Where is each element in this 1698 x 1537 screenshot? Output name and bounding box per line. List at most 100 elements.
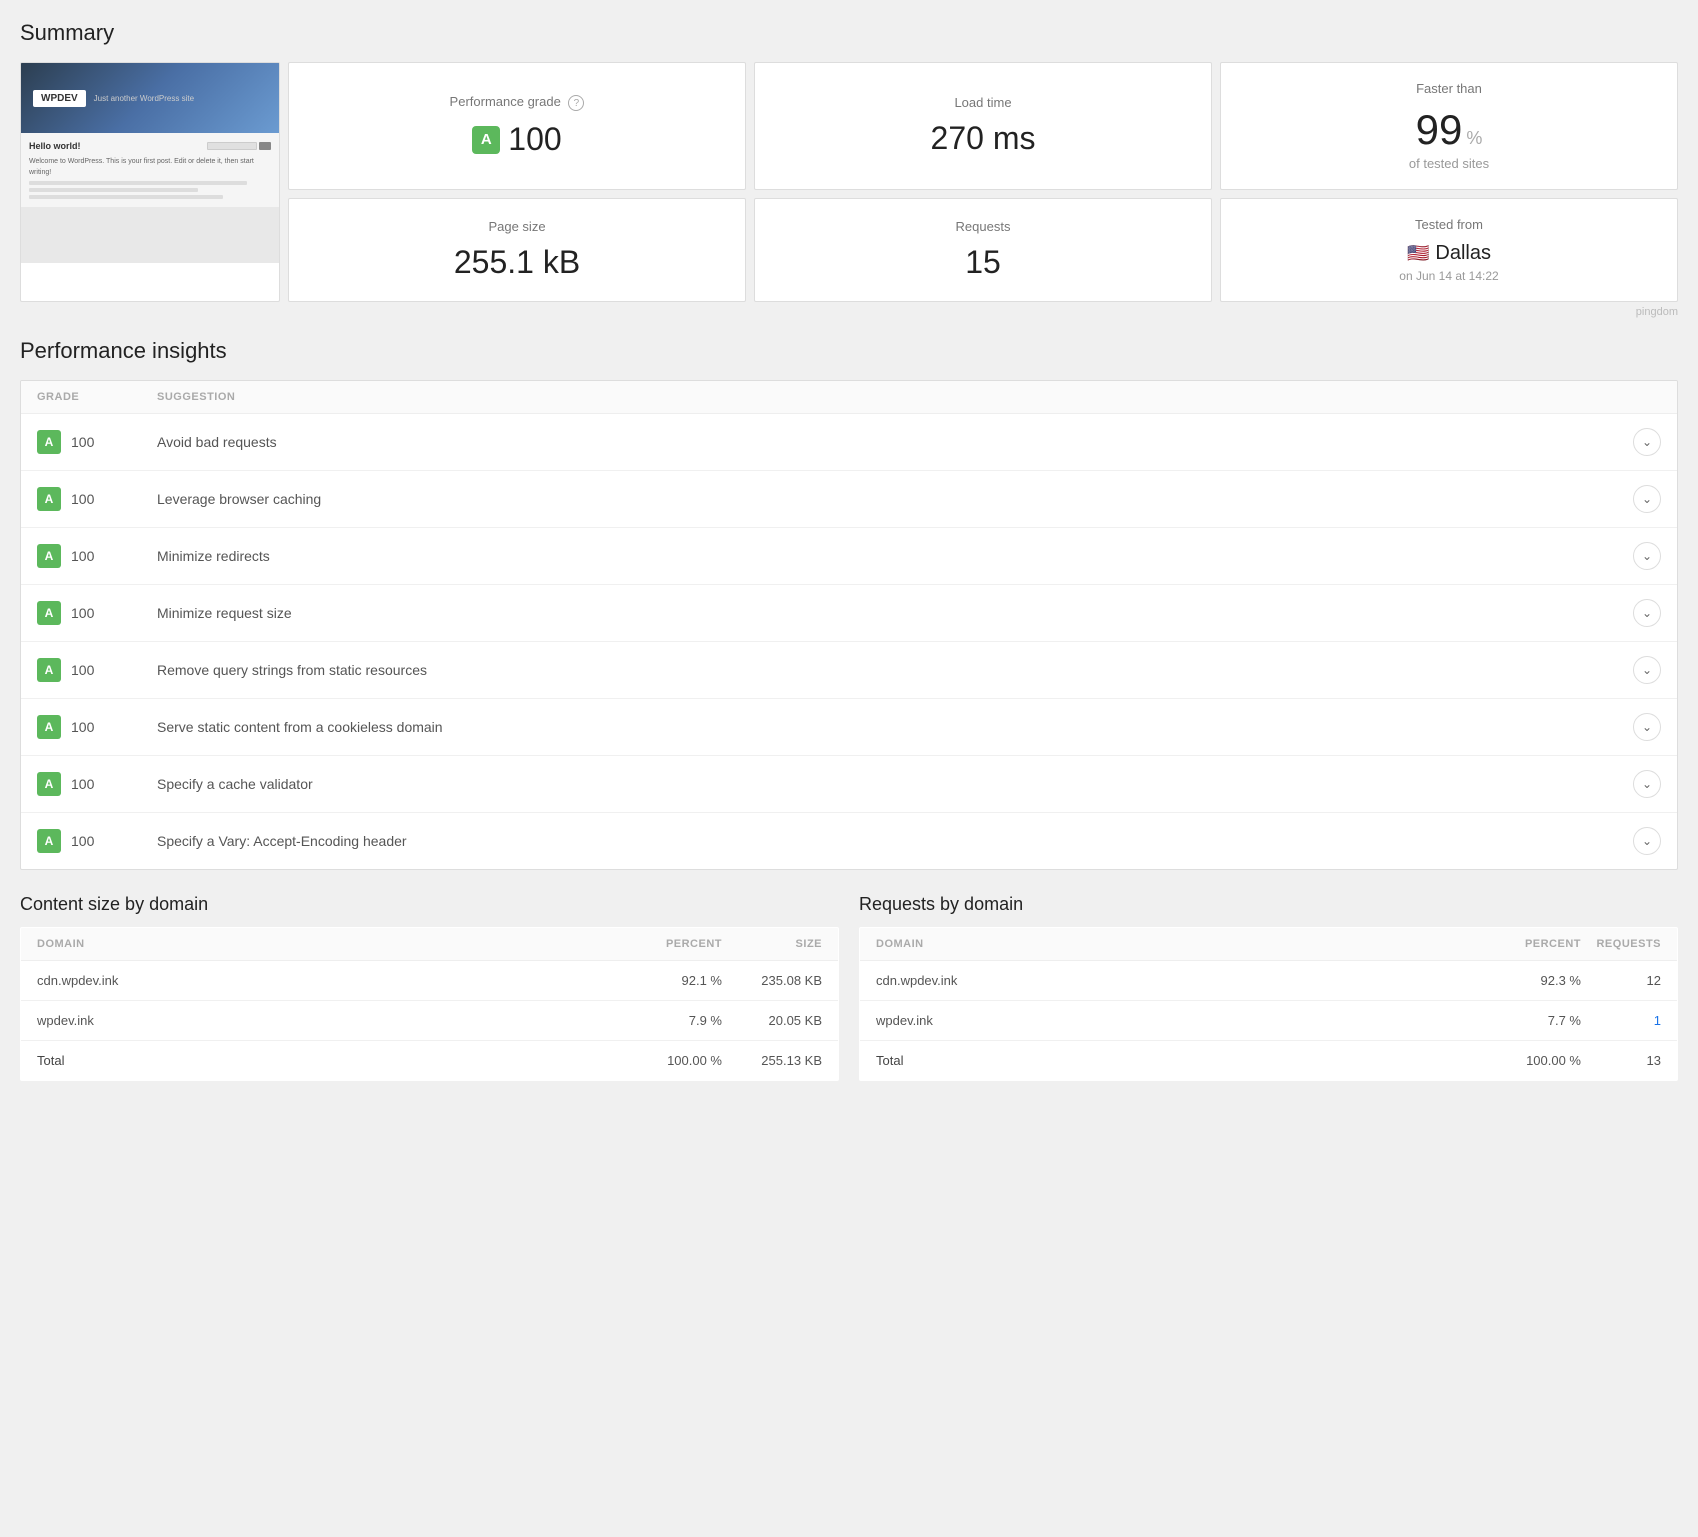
page-size-label: Page size bbox=[488, 219, 545, 234]
faster-than-sub: of tested sites bbox=[1409, 156, 1489, 171]
insight-suggestion: Remove query strings from static resourc… bbox=[157, 662, 1621, 678]
req-requests-cell[interactable]: 1 bbox=[1581, 1013, 1661, 1028]
expand-button[interactable]: ⌄ bbox=[1633, 770, 1661, 798]
tested-from-card: Tested from 🇺🇸 Dallas on Jun 14 at 14:22 bbox=[1220, 198, 1678, 302]
tested-from-label: Tested from bbox=[1415, 217, 1483, 232]
content-size-title: Content size by domain bbox=[20, 894, 839, 915]
req-percent-cell: 92.3 % bbox=[1481, 973, 1581, 988]
expand-button[interactable]: ⌄ bbox=[1633, 599, 1661, 627]
summary-section: Summary WPDEV Just another WordPress sit… bbox=[20, 20, 1678, 318]
content-size-section: Content size by domain DOMAIN PERCENT SI… bbox=[20, 894, 839, 1081]
insight-grade-col: A 100 bbox=[37, 601, 157, 625]
insight-grade-badge: A bbox=[37, 544, 61, 568]
requests-card: Requests 15 bbox=[754, 198, 1212, 302]
insight-grade-badge: A bbox=[37, 430, 61, 454]
req-requests-cell: 13 bbox=[1581, 1053, 1661, 1068]
insight-grade-col: A 100 bbox=[37, 658, 157, 682]
insight-grade-col: A 100 bbox=[37, 430, 157, 454]
page-size-card: Page size 255.1 kB bbox=[288, 198, 746, 302]
faster-than-value: 99 bbox=[1416, 106, 1463, 154]
tested-from-location: 🇺🇸 Dallas bbox=[1407, 242, 1491, 265]
tested-from-city: Dallas bbox=[1435, 242, 1491, 265]
performance-grade-label: Performance grade ? bbox=[450, 94, 585, 112]
insight-row: A 100 Minimize request size ⌄ bbox=[21, 585, 1677, 642]
insight-row: A 100 Remove query strings from static r… bbox=[21, 642, 1677, 699]
insight-score: 100 bbox=[71, 605, 94, 621]
req-domain-header: DOMAIN bbox=[876, 938, 1481, 950]
insight-score: 100 bbox=[71, 662, 94, 678]
expand-button[interactable]: ⌄ bbox=[1633, 485, 1661, 513]
content-domain-cell: Total bbox=[37, 1053, 622, 1068]
requests-label: Requests bbox=[956, 219, 1011, 234]
insight-grade-badge: A bbox=[37, 772, 61, 796]
requests-value: 15 bbox=[965, 244, 1001, 281]
insight-grade-col: A 100 bbox=[37, 487, 157, 511]
expand-button[interactable]: ⌄ bbox=[1633, 713, 1661, 741]
insight-grade-col: A 100 bbox=[37, 772, 157, 796]
requests-row: cdn.wpdev.ink 92.3 % 12 bbox=[860, 961, 1677, 1001]
req-percent-header: PERCENT bbox=[1481, 938, 1581, 950]
insight-suggestion: Specify a cache validator bbox=[157, 776, 1621, 792]
help-icon[interactable]: ? bbox=[568, 95, 584, 111]
insight-grade-col: A 100 bbox=[37, 544, 157, 568]
insight-grade-badge: A bbox=[37, 658, 61, 682]
insights-rows: A 100 Avoid bad requests ⌄ A 100 Leverag… bbox=[21, 414, 1677, 869]
load-time-label: Load time bbox=[954, 95, 1011, 110]
req-percent-cell: 100.00 % bbox=[1481, 1053, 1581, 1068]
content-size-cell: 235.08 KB bbox=[722, 973, 822, 988]
insight-score: 100 bbox=[71, 719, 94, 735]
insight-row: A 100 Specify a cache validator ⌄ bbox=[21, 756, 1677, 813]
insight-row: A 100 Avoid bad requests ⌄ bbox=[21, 414, 1677, 471]
content-size-header: SIZE bbox=[722, 938, 822, 950]
insight-suggestion: Avoid bad requests bbox=[157, 434, 1621, 450]
req-requests-header: REQUESTS bbox=[1581, 938, 1661, 950]
tested-from-date: on Jun 14 at 14:22 bbox=[1399, 269, 1498, 283]
requests-row: wpdev.ink 7.7 % 1 bbox=[860, 1001, 1677, 1041]
insights-table: GRADE SUGGESTION A 100 Avoid bad request… bbox=[20, 380, 1678, 870]
requests-by-domain-section: Requests by domain DOMAIN PERCENT REQUES… bbox=[859, 894, 1678, 1081]
pingdom-credit: pingdom bbox=[20, 306, 1678, 318]
bottom-section: Content size by domain DOMAIN PERCENT SI… bbox=[20, 894, 1678, 1081]
load-time-card: Load time 270 ms bbox=[754, 62, 1212, 190]
insight-grade-col: A 100 bbox=[37, 715, 157, 739]
content-size-row: Total 100.00 % 255.13 KB bbox=[21, 1041, 838, 1080]
expand-button[interactable]: ⌄ bbox=[1633, 542, 1661, 570]
insight-suggestion: Serve static content from a cookieless d… bbox=[157, 719, 1621, 735]
content-percent-cell: 7.9 % bbox=[622, 1013, 722, 1028]
content-percent-cell: 92.1 % bbox=[622, 973, 722, 988]
expand-button[interactable]: ⌄ bbox=[1633, 656, 1661, 684]
insight-suggestion: Leverage browser caching bbox=[157, 491, 1621, 507]
insight-grade-badge: A bbox=[37, 715, 61, 739]
content-size-row: wpdev.ink 7.9 % 20.05 KB bbox=[21, 1001, 838, 1041]
faster-than-label: Faster than bbox=[1416, 81, 1482, 96]
screenshot-card: WPDEV Just another WordPress site Hello … bbox=[20, 62, 280, 302]
insight-grade-badge: A bbox=[37, 829, 61, 853]
insight-score: 100 bbox=[71, 833, 94, 849]
insight-row: A 100 Minimize redirects ⌄ bbox=[21, 528, 1677, 585]
faster-than-unit: % bbox=[1466, 128, 1482, 149]
performance-grade-value: A 100 bbox=[472, 121, 561, 158]
summary-title: Summary bbox=[20, 20, 1678, 46]
summary-grid: WPDEV Just another WordPress site Hello … bbox=[20, 62, 1678, 302]
insights-table-header: GRADE SUGGESTION bbox=[21, 381, 1677, 414]
insight-row: A 100 Serve static content from a cookie… bbox=[21, 699, 1677, 756]
insight-score: 100 bbox=[71, 491, 94, 507]
grade-column-header: GRADE bbox=[37, 391, 157, 403]
content-domain-header: DOMAIN bbox=[37, 938, 622, 950]
insight-grade-col: A 100 bbox=[37, 829, 157, 853]
req-domain-cell: Total bbox=[876, 1053, 1481, 1068]
requests-row: Total 100.00 % 13 bbox=[860, 1041, 1677, 1080]
expand-button[interactable]: ⌄ bbox=[1633, 827, 1661, 855]
insight-grade-badge: A bbox=[37, 601, 61, 625]
screenshot-image: WPDEV Just another WordPress site Hello … bbox=[21, 63, 279, 263]
us-flag-icon: 🇺🇸 bbox=[1407, 243, 1429, 264]
grade-badge: A bbox=[472, 126, 500, 154]
insight-row: A 100 Leverage browser caching ⌄ bbox=[21, 471, 1677, 528]
expand-button[interactable]: ⌄ bbox=[1633, 428, 1661, 456]
suggestion-column-header: SUGGESTION bbox=[157, 391, 1621, 403]
content-percent-cell: 100.00 % bbox=[622, 1053, 722, 1068]
requests-by-domain-title: Requests by domain bbox=[859, 894, 1678, 915]
insight-suggestion: Minimize request size bbox=[157, 605, 1621, 621]
insight-score: 100 bbox=[71, 548, 94, 564]
content-domain-cell: cdn.wpdev.ink bbox=[37, 973, 622, 988]
